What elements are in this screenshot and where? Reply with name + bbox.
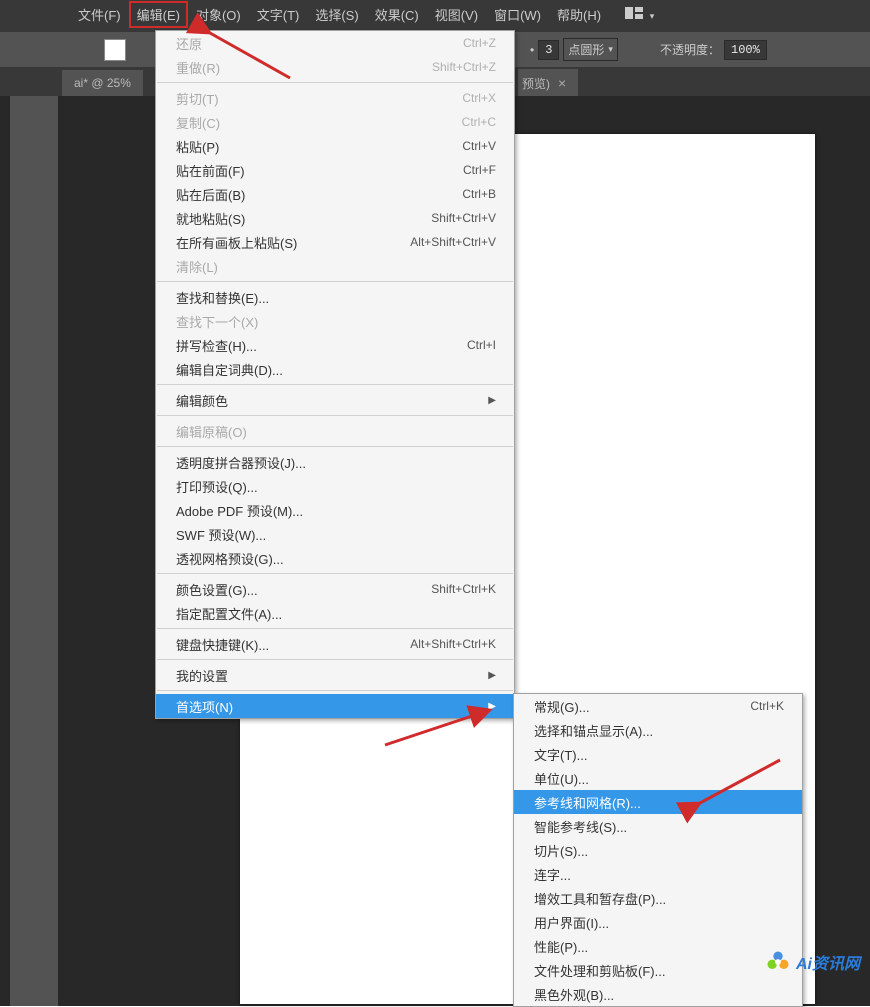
menu-object[interactable]: 对象(O) [188, 1, 249, 28]
menu-file[interactable]: 文件(F) [70, 1, 129, 28]
menu-edit-original[interactable]: 编辑原稿(O) [156, 419, 514, 443]
prefs-type[interactable]: 文字(T)... [514, 742, 802, 766]
menu-separator [157, 446, 513, 447]
menu-color-settings[interactable]: 颜色设置(G)...Shift+Ctrl+K [156, 577, 514, 601]
menu-separator [157, 573, 513, 574]
menu-window[interactable]: 窗口(W) [486, 1, 549, 28]
menu-paste-front[interactable]: 贴在前面(F)Ctrl+F [156, 158, 514, 182]
menu-paste-in-place[interactable]: 就地粘贴(S)Shift+Ctrl+V [156, 206, 514, 230]
menu-select[interactable]: 选择(S) [307, 1, 366, 28]
flower-icon [764, 948, 792, 976]
menu-paste[interactable]: 粘贴(P)Ctrl+V [156, 134, 514, 158]
menu-effect[interactable]: 效果(C) [367, 1, 427, 28]
menu-spell-check[interactable]: 拼写检查(H)...Ctrl+I [156, 333, 514, 357]
menu-custom-dict[interactable]: 编辑自定词典(D)... [156, 357, 514, 381]
prefs-file-handling[interactable]: 文件处理和剪贴板(F)... [514, 958, 802, 982]
menu-preferences[interactable]: 首选项(N)▶ [156, 694, 514, 718]
menu-type[interactable]: 文字(T) [249, 1, 308, 28]
tab-title: ai* @ 25% [74, 76, 131, 90]
opacity-value[interactable]: 100% [724, 40, 767, 60]
chevron-down-icon: ▾ [608, 44, 613, 55]
menu-view[interactable]: 视图(V) [427, 1, 486, 28]
menu-find-replace[interactable]: 查找和替换(E)... [156, 285, 514, 309]
toolbox[interactable] [10, 96, 58, 1006]
prefs-general[interactable]: 常规(G)...Ctrl+K [514, 694, 802, 718]
workspace-icon [625, 7, 643, 19]
prefs-smart-guides[interactable]: 智能参考线(S)... [514, 814, 802, 838]
close-icon[interactable]: × [558, 75, 566, 91]
prefs-ui[interactable]: 用户界面(I)... [514, 910, 802, 934]
menu-my-settings[interactable]: 我的设置▶ [156, 663, 514, 687]
prefs-performance[interactable]: 性能(P)... [514, 934, 802, 958]
menu-separator [157, 384, 513, 385]
bullet-icon: • [530, 43, 534, 57]
menu-separator [157, 690, 513, 691]
prefs-guides-grid[interactable]: 参考线和网格(R)... [514, 790, 802, 814]
document-tab[interactable]: ai* @ 25% [62, 70, 143, 96]
menu-swf-presets[interactable]: SWF 预设(W)... [156, 522, 514, 546]
edit-dropdown-menu: 还原Ctrl+Z 重做(R)Shift+Ctrl+Z 剪切(T)Ctrl+X 复… [155, 30, 515, 719]
document-tab-right[interactable]: 预览) × [518, 69, 578, 98]
preferences-submenu: 常规(G)...Ctrl+K 选择和锚点显示(A)... 文字(T)... 单位… [513, 693, 803, 1007]
prefs-units[interactable]: 单位(U)... [514, 766, 802, 790]
menu-clear[interactable]: 清除(L) [156, 254, 514, 278]
menu-separator [157, 281, 513, 282]
menu-print-presets[interactable]: 打印预设(Q)... [156, 474, 514, 498]
menu-separator [157, 659, 513, 660]
stroke-weight[interactable]: 3 [538, 40, 559, 60]
menu-separator [157, 628, 513, 629]
watermark-text: Ai资讯网 [796, 950, 860, 974]
prefs-slices[interactable]: 切片(S)... [514, 838, 802, 862]
fill-color-swatch[interactable] [104, 39, 126, 61]
menu-undo[interactable]: 还原Ctrl+Z [156, 31, 514, 55]
prefs-black-appearance[interactable]: 黑色外观(B)... [514, 982, 802, 1006]
menu-transparency-flattener[interactable]: 透明度拼合器预设(J)... [156, 450, 514, 474]
prefs-hyphenation[interactable]: 连字... [514, 862, 802, 886]
menu-copy[interactable]: 复制(C)Ctrl+C [156, 110, 514, 134]
menubar: 文件(F) 编辑(E) 对象(O) 文字(T) 选择(S) 效果(C) 视图(V… [0, 0, 870, 28]
tab-title-suffix: 预览) [522, 75, 550, 92]
prefs-plugins-scratch[interactable]: 增效工具和暂存盘(P)... [514, 886, 802, 910]
menu-separator [157, 415, 513, 416]
menu-edit[interactable]: 编辑(E) [129, 1, 188, 28]
prefs-selection-anchor[interactable]: 选择和锚点显示(A)... [514, 718, 802, 742]
menu-paste-all-artboards[interactable]: 在所有画板上粘贴(S)Alt+Shift+Ctrl+V [156, 230, 514, 254]
workspace-switcher[interactable]: ▾ [617, 3, 662, 26]
menu-keyboard-shortcuts[interactable]: 键盘快捷键(K)...Alt+Shift+Ctrl+K [156, 632, 514, 656]
stroke-style-select[interactable]: 点圆形▾ [563, 38, 618, 61]
chevron-down-icon: ▾ [650, 11, 655, 21]
watermark: Ai资讯网 [764, 948, 860, 976]
submenu-arrow-icon: ▶ [488, 701, 496, 712]
submenu-arrow-icon: ▶ [488, 395, 496, 406]
menu-separator [157, 82, 513, 83]
menu-perspective-grid[interactable]: 透视网格预设(G)... [156, 546, 514, 570]
menu-help[interactable]: 帮助(H) [549, 1, 609, 28]
submenu-arrow-icon: ▶ [488, 670, 496, 681]
menu-pdf-presets[interactable]: Adobe PDF 预设(M)... [156, 498, 514, 522]
menu-redo[interactable]: 重做(R)Shift+Ctrl+Z [156, 55, 514, 79]
menu-cut[interactable]: 剪切(T)Ctrl+X [156, 86, 514, 110]
menu-find-next[interactable]: 查找下一个(X) [156, 309, 514, 333]
menu-assign-profile[interactable]: 指定配置文件(A)... [156, 601, 514, 625]
menu-edit-colors[interactable]: 编辑颜色▶ [156, 388, 514, 412]
opacity-label: 不透明度： [660, 41, 720, 58]
menu-paste-back[interactable]: 贴在后面(B)Ctrl+B [156, 182, 514, 206]
